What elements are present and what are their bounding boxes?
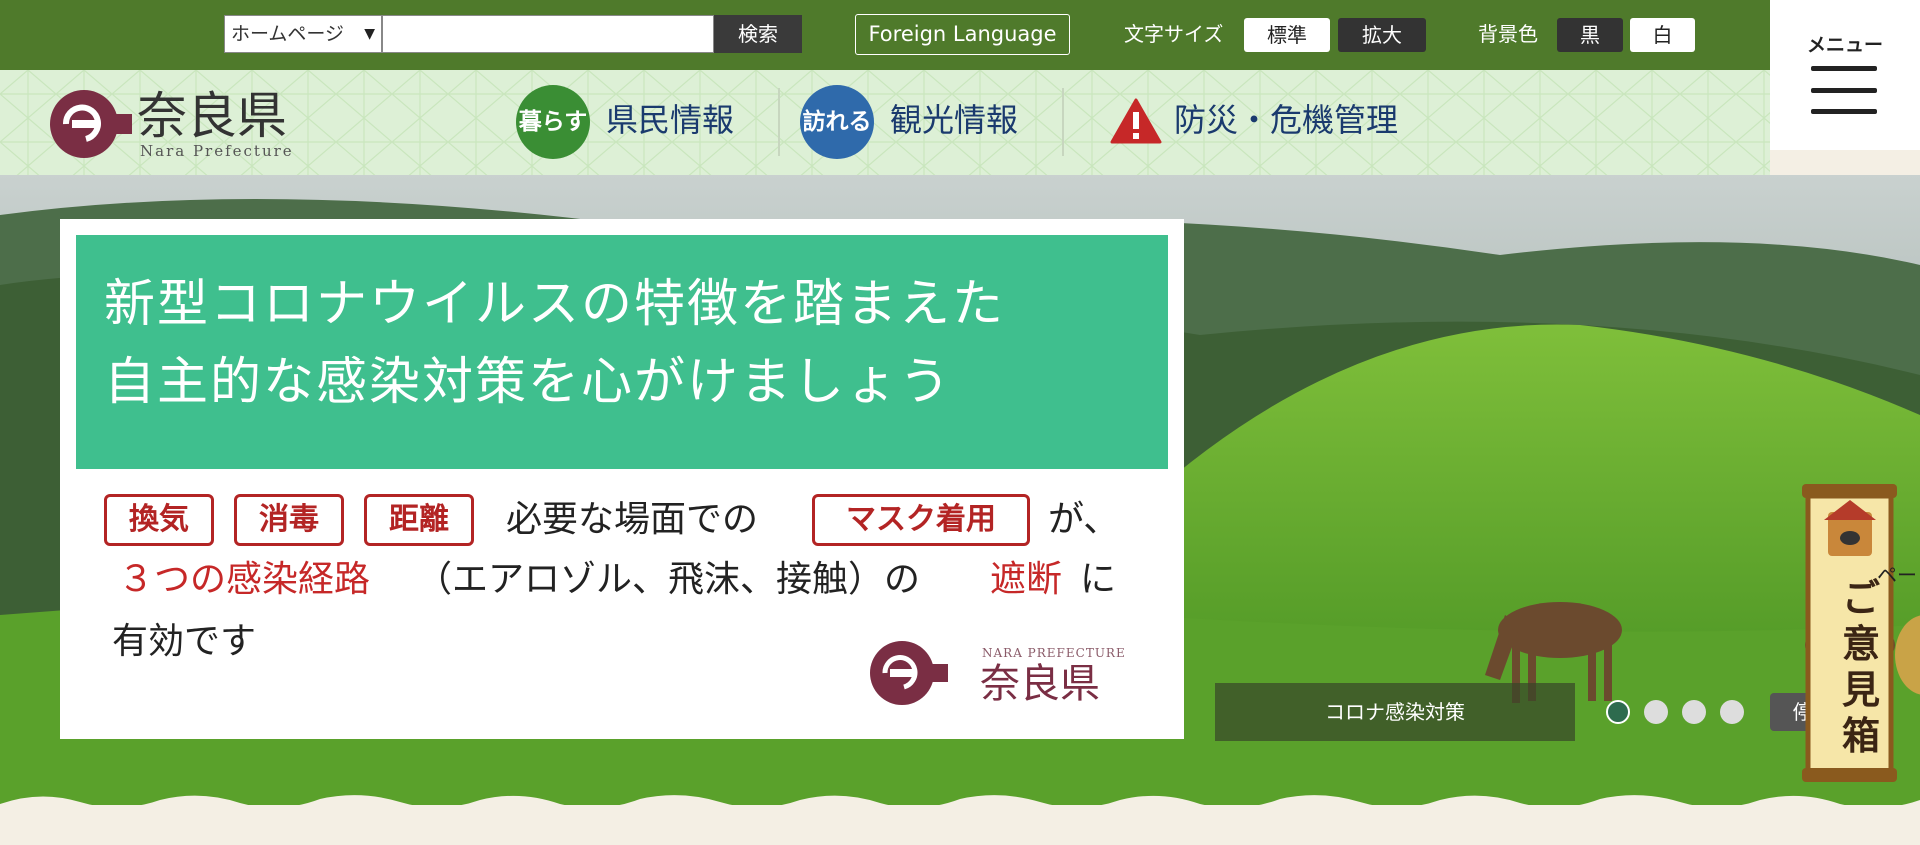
logo-title: 奈良県 xyxy=(137,87,287,145)
slide-heading-banner: 新型コロナウイルスの特徴を踏まえた 自主的な感染対策を心がけましょう xyxy=(76,235,1168,469)
slide-caption: コロナ感染対策 xyxy=(1325,700,1465,724)
slide-heading-line1: 新型コロナウイルスの特徴を踏まえた xyxy=(104,275,1006,334)
nara-logo-icon xyxy=(50,90,132,158)
nav-divider xyxy=(1062,88,1064,156)
nav-label-resident-info: 県民情報 xyxy=(606,101,735,139)
slide-text-a: 必要な場面での xyxy=(506,499,759,540)
slide-text-red-a: ３つの感染経路 xyxy=(118,559,371,600)
menu-button[interactable]: メニュー xyxy=(1770,0,1920,150)
search-button[interactable]: 検索 xyxy=(714,15,802,53)
font-size-large-button[interactable]: 拡大 xyxy=(1338,18,1426,52)
hero-slideshow: 新型コロナウイルスの特徴を踏まえた 自主的な感染対策を心がけましょう 換気 消毒… xyxy=(0,175,1920,805)
search-scope-value: ホームページ xyxy=(231,23,345,45)
foreign-language-button[interactable]: Foreign Language xyxy=(855,14,1070,55)
bg-black-button[interactable]: 黒 xyxy=(1557,18,1623,52)
tag-disinfection: 消毒 xyxy=(234,494,344,546)
slide-text-c: （エアロゾル、飛沫、接触）の xyxy=(416,559,921,600)
card-brand-jp: 奈良県 xyxy=(980,661,1100,707)
logo-subtitle: Nara Prefecture xyxy=(140,142,294,160)
font-size-standard-button[interactable]: 標準 xyxy=(1244,18,1330,52)
tag-mask: マスク着用 xyxy=(812,494,1030,546)
hamburger-icon xyxy=(1811,66,1877,71)
search-scope-select[interactable]: ホームページ ▼ xyxy=(224,15,382,53)
carousel-dot-3[interactable] xyxy=(1682,700,1706,724)
slide-card[interactable]: 新型コロナウイルスの特徴を踏まえた 自主的な感染対策を心がけましょう 換気 消毒… xyxy=(60,219,1184,739)
header-nav: 奈良県 Nara Prefecture 暮らす 県民情報 訪れる 観光情報 防災… xyxy=(0,70,1770,175)
nav-label-disaster-management: 防災・危機管理 xyxy=(1174,101,1399,139)
menu-label: メニュー xyxy=(1806,34,1883,56)
tag-distance: 距離 xyxy=(364,494,474,546)
slide-text-e: 有効です xyxy=(112,621,257,662)
slide-text-b: が、 xyxy=(1048,499,1120,540)
otozureru-badge-icon: 訪れる xyxy=(800,85,874,159)
hamburger-icon xyxy=(1811,109,1877,114)
search-input[interactable] xyxy=(382,15,714,53)
card-brand-en: NARA PREFECTURE xyxy=(982,646,1126,660)
hamburger-icon xyxy=(1811,88,1877,93)
slide-heading-line2: 自主的な感染対策を心がけましょう xyxy=(104,353,953,412)
carousel-dot-2[interactable] xyxy=(1644,700,1668,724)
bg-white-button[interactable]: 白 xyxy=(1630,18,1695,52)
kurasu-badge-icon: 暮らす xyxy=(516,85,590,159)
carousel-dot-1[interactable] xyxy=(1606,700,1630,724)
chevron-down-icon: ▼ xyxy=(364,26,375,42)
slide-text-d: に xyxy=(1080,559,1117,600)
decorative-wave-divider xyxy=(0,795,1920,845)
warning-icon xyxy=(1110,98,1162,144)
font-size-label: 文字サイズ xyxy=(1124,22,1224,46)
bg-color-label: 背景色 xyxy=(1478,22,1538,46)
opinion-box-label: ご意見箱 xyxy=(1842,575,1881,758)
page-top-label: ペー xyxy=(1877,563,1917,587)
tag-ventilation: 換気 xyxy=(104,494,214,546)
nav-label-tourism-info: 観光情報 xyxy=(890,101,1019,139)
card-brand-logo-icon xyxy=(870,641,948,705)
carousel-dot-4[interactable] xyxy=(1720,700,1744,724)
nav-divider xyxy=(778,88,780,156)
slide-text-red-b: 遮断 xyxy=(990,559,1063,600)
